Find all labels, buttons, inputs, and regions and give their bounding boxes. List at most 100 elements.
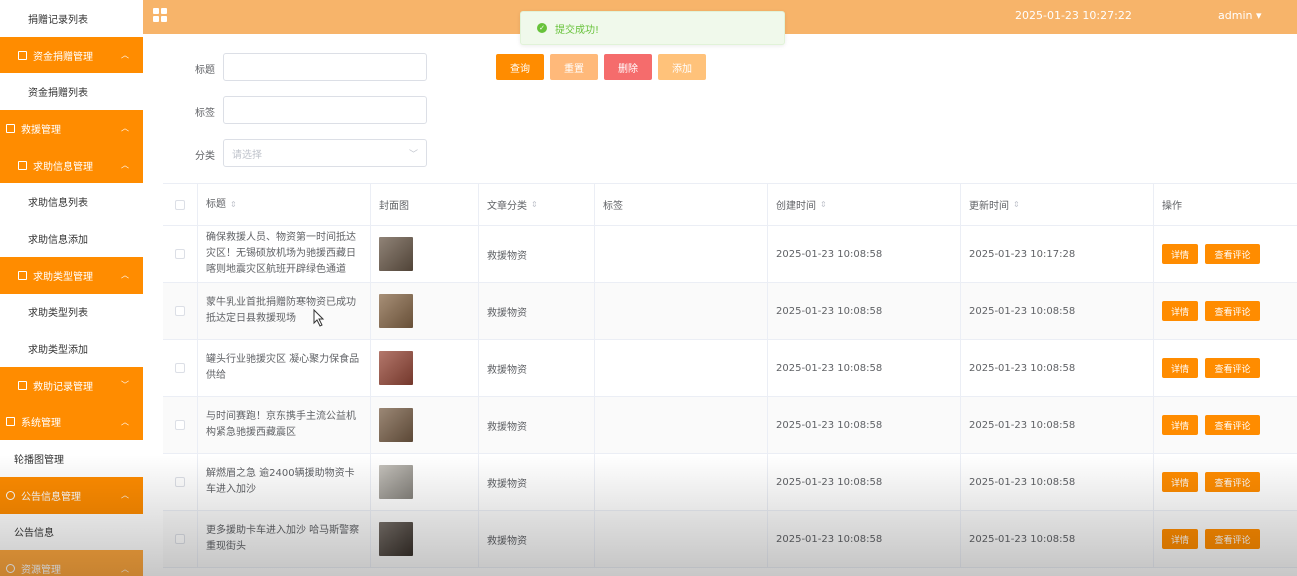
cover-image[interactable] <box>379 351 413 385</box>
header-created[interactable]: 创建时间 ⇕ <box>768 184 961 225</box>
header-title[interactable]: 标题 ⇕ <box>198 184 371 225</box>
cell-title: 罐头行业驰援灾区 凝心聚力保食品供给 <box>198 340 371 396</box>
detail-button[interactable]: 详情 <box>1162 358 1198 378</box>
row-checkbox-cell <box>163 397 198 453</box>
sidebar-item[interactable]: 公告信息管理 ︿ <box>0 476 143 514</box>
cell-cover <box>371 226 479 282</box>
sidebar-item-label: 求助类型添加 <box>28 345 88 357</box>
detail-button[interactable]: 详情 <box>1162 415 1198 435</box>
view-comments-button[interactable]: 查看评论 <box>1205 415 1260 435</box>
sidebar-item[interactable]: 轮播图管理 <box>0 440 143 477</box>
cover-image[interactable] <box>379 294 413 328</box>
cover-image[interactable] <box>379 237 413 271</box>
cell-category: 救援物资 <box>479 226 595 282</box>
cell-tag <box>595 397 768 453</box>
row-checkbox[interactable] <box>175 363 185 373</box>
header-ops: 操作 <box>1162 201 1182 212</box>
delete-button[interactable]: 删除 <box>604 54 652 80</box>
menu-grid-icon[interactable] <box>153 8 167 22</box>
sidebar-item-label: 救助记录管理 <box>33 381 93 393</box>
cell-category: 救援物资 <box>479 340 595 396</box>
sidebar-item[interactable]: 资金捐赠列表 <box>0 73 143 111</box>
user-menu[interactable]: admin ▾ <box>1218 9 1262 22</box>
sidebar-item[interactable]: 求助信息管理 ︿ <box>0 146 143 184</box>
sidebar-item-label: 求助类型列表 <box>28 308 88 320</box>
menu-folder-icon <box>18 270 27 280</box>
cell-created: 2025-01-23 10:08:58 <box>768 454 961 510</box>
row-checkbox-cell <box>163 511 198 567</box>
sidebar-item[interactable]: 求助类型列表 <box>0 293 143 331</box>
sidebar: 捐赠记录列表 资金捐赠管理 ︿ 资金捐赠列表 救援管理 ︿ 求助信息管理 ︿ 求助信息列表求助信… <box>0 0 143 576</box>
sidebar-item[interactable]: 资源管理 ︿ <box>0 550 143 576</box>
view-comments-button[interactable]: 查看评论 <box>1205 472 1260 492</box>
view-comments-button[interactable]: 查看评论 <box>1205 358 1260 378</box>
header-updated[interactable]: 更新时间 ⇕ <box>961 184 1154 225</box>
sort-icon[interactable]: ⇕ <box>230 197 237 213</box>
cell-category: 救援物资 <box>479 397 595 453</box>
chevron-down-icon: ﹀ <box>121 380 129 390</box>
row-checkbox[interactable] <box>175 534 185 544</box>
view-comments-button[interactable]: 查看评论 <box>1205 301 1260 321</box>
tag-input[interactable] <box>223 96 427 124</box>
sort-icon[interactable]: ⇕ <box>1013 200 1020 209</box>
table-row: 与时间赛跑！京东携手主流公益机构紧急驰援西藏震区 救援物资 2025-01-23 1… <box>163 397 1297 454</box>
detail-button[interactable]: 详情 <box>1162 244 1198 264</box>
header-checkbox-cell <box>163 184 198 225</box>
view-comments-button[interactable]: 查看评论 <box>1205 244 1260 264</box>
cell-updated: 2025-01-23 10:08:58 <box>961 340 1154 396</box>
row-checkbox[interactable] <box>175 420 185 430</box>
cell-ops: 详情 查看评论 <box>1154 340 1297 396</box>
row-checkbox-cell <box>163 454 198 510</box>
cover-image[interactable] <box>379 522 413 556</box>
category-select[interactable]: 请选择 ﹀ <box>223 139 427 167</box>
row-checkbox[interactable] <box>175 477 185 487</box>
view-comments-button[interactable]: 查看评论 <box>1205 529 1260 549</box>
cover-image[interactable] <box>379 408 413 442</box>
add-button[interactable]: 添加 <box>658 54 706 80</box>
sidebar-item[interactable]: 求助信息添加 <box>0 220 143 257</box>
cell-tag <box>595 454 768 510</box>
title-label: 标题 <box>195 65 215 76</box>
table-row: 罐头行业驰援灾区 凝心聚力保食品供给 救援物资 2025-01-23 10:08:5… <box>163 340 1297 397</box>
main-content: 标题 标签 分类 请选择 ﹀ 查询 重置 删除 添加 标题 ⇕ 封面图 文章分类 ⇕… <box>143 34 1297 576</box>
cell-cover <box>371 454 479 510</box>
reset-button[interactable]: 重置 <box>550 54 598 80</box>
query-button[interactable]: 查询 <box>496 54 544 80</box>
cover-image[interactable] <box>379 465 413 499</box>
header-category[interactable]: 文章分类 ⇕ <box>479 184 595 225</box>
cell-title: 确保救援人员、物资第一时间抵达灾区！无锡硕放机场为驰援西藏日喀则地震灾区航班开辟… <box>198 226 371 282</box>
title-input[interactable] <box>223 53 427 81</box>
category-label: 分类 <box>195 151 215 162</box>
sidebar-item-label: 求助信息列表 <box>28 198 88 210</box>
table-row: 解燃眉之急 逾2400辆援助物资卡车进入加沙 救援物资 2025-01-23 10:… <box>163 454 1297 511</box>
cell-updated: 2025-01-23 10:08:58 <box>961 283 1154 339</box>
sidebar-item[interactable]: 求助类型添加 <box>0 330 143 367</box>
sidebar-item[interactable]: 求助信息列表 <box>0 183 143 221</box>
cell-ops: 详情 查看评论 <box>1154 454 1297 510</box>
menu-folder-icon <box>18 50 27 60</box>
table-row: 更多援助卡车进入加沙 哈马斯警察重现街头 救援物资 2025-01-23 10:08… <box>163 511 1297 568</box>
sidebar-item[interactable]: 系统管理 ︿ <box>0 403 143 441</box>
user-name[interactable]: admin <box>1218 9 1252 22</box>
cell-created: 2025-01-23 10:08:58 <box>768 340 961 396</box>
article-table: 标题 ⇕ 封面图 文章分类 ⇕ 标签 创建时间 ⇕ 更新时间 ⇕ 操作 确保救援人员、物… <box>163 183 1297 568</box>
select-all-checkbox[interactable] <box>175 199 185 210</box>
row-checkbox-cell <box>163 226 198 282</box>
sidebar-item[interactable]: 求助类型管理 ︿ <box>0 256 143 294</box>
check-circle-icon: ✓ <box>537 23 547 33</box>
sidebar-item[interactable]: 捐赠记录列表 <box>0 0 143 37</box>
sidebar-item[interactable]: 救助记录管理 ﹀ <box>0 366 143 404</box>
sidebar-item[interactable]: 资金捐赠管理 ︿ <box>0 36 143 74</box>
row-checkbox[interactable] <box>175 306 185 316</box>
row-checkbox[interactable] <box>175 249 185 259</box>
sort-icon[interactable]: ⇕ <box>531 200 538 209</box>
sidebar-item-label: 公告信息管理 <box>21 491 81 503</box>
detail-button[interactable]: 详情 <box>1162 301 1198 321</box>
sidebar-item[interactable]: 公告信息 <box>0 513 143 551</box>
cell-created: 2025-01-23 10:08:58 <box>768 226 961 282</box>
sidebar-item[interactable]: 救援管理 ︿ <box>0 110 143 147</box>
detail-button[interactable]: 详情 <box>1162 529 1198 549</box>
sort-icon[interactable]: ⇕ <box>820 200 827 209</box>
detail-button[interactable]: 详情 <box>1162 472 1198 492</box>
sidebar-item-label: 救援管理 <box>21 124 61 136</box>
